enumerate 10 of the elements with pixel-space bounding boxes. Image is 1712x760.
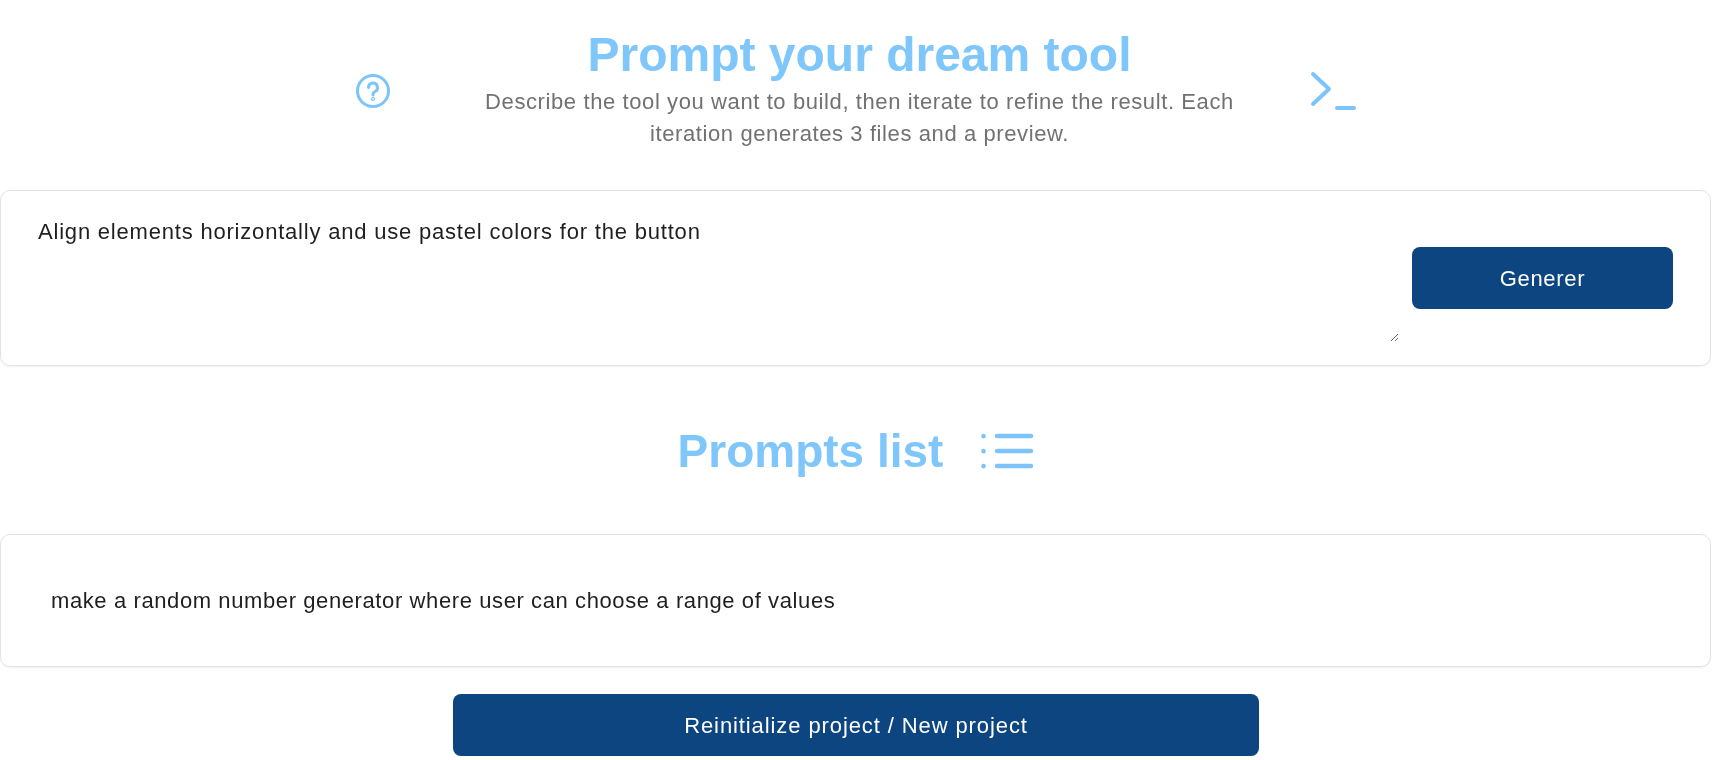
prompt-textarea[interactable]: Align elements horizontally and use pastel colors for the button xyxy=(20,206,1399,342)
reset-project-button[interactable]: Reinitialize project / New project xyxy=(453,694,1259,756)
prompt-text: make a random number generator where user can choose a range of values xyxy=(51,587,836,615)
generate-button[interactable]: Generer xyxy=(1412,247,1673,309)
prompt-input-panel[interactable]: Align elements horizontally and use pastel colors for the button Generer xyxy=(0,190,1711,366)
page-description: Describe the tool you want to build, then iterate to refine the result. Each iteration generates 3 files and a preview. xyxy=(484,88,1235,148)
help-icon[interactable] xyxy=(355,73,390,108)
terminal-prompt-icon xyxy=(1309,70,1357,111)
page-title: Prompt your dream tool xyxy=(587,31,1132,79)
list-icon xyxy=(981,433,1035,469)
